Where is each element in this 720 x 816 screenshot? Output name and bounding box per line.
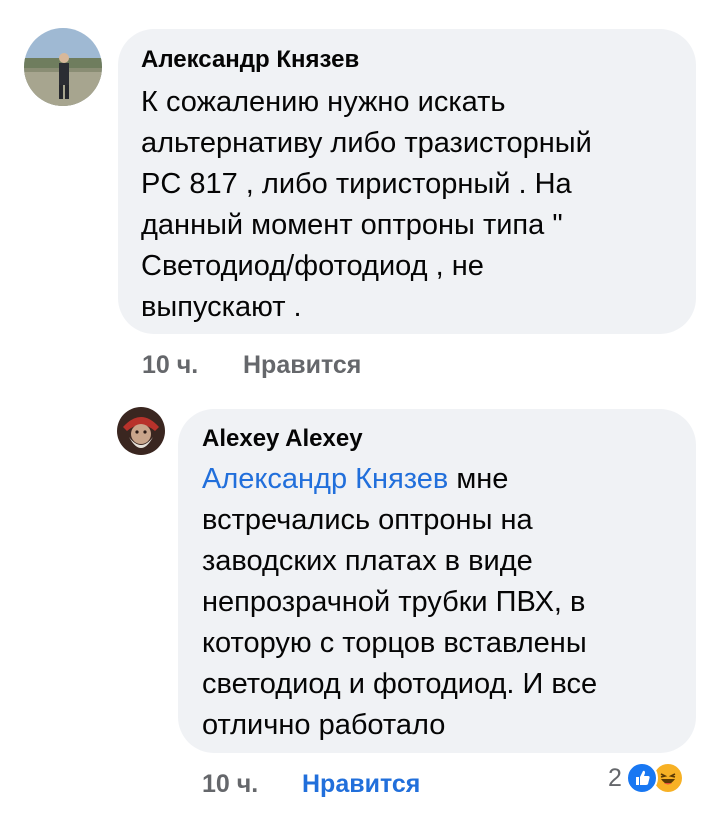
reaction-count: 2 <box>608 763 622 792</box>
mention-link[interactable]: Александр Князев <box>202 463 448 495</box>
avatar-aleksandr[interactable] <box>24 28 102 106</box>
avatar-alexey[interactable] <box>117 407 165 455</box>
comment-text-line: PC 817 , либо тиристорный . На <box>141 168 572 200</box>
like-icon <box>625 762 658 794</box>
comment-text-line: Светодиод/фотодиод , не <box>141 250 484 282</box>
reply-text-line: светодиод и фотодиод. И все <box>202 668 598 700</box>
comment-text-line: К сожалению нужно искать <box>141 86 506 118</box>
reply-text: Александр Князев мне встречались оптроны… <box>202 459 597 746</box>
reply-text-line: которую с торцов вставлены <box>202 627 587 659</box>
reply-text-line: заводских платах в виде <box>202 545 533 577</box>
reply-author[interactable]: Alexey Alexey <box>202 425 363 453</box>
comment-timestamp[interactable]: 10 ч. <box>142 351 198 380</box>
like-button[interactable]: Нравится <box>243 351 361 380</box>
reaction-summary[interactable]: 2 <box>608 762 684 794</box>
comment-text-line: данный момент оптроны типа " <box>141 209 563 241</box>
comment-text-line: альтернативу либо тразисторный <box>141 127 592 159</box>
comment-author[interactable]: Александр Князев <box>141 46 359 74</box>
reply-text-line: непрозрачной трубки ПВХ, в <box>202 586 586 618</box>
reply-text-fragment: мне <box>448 463 509 495</box>
reply-text-line: Александр Князев мне <box>202 459 597 500</box>
reply-text-line: встречались оптроны на <box>202 504 533 536</box>
reply-timestamp[interactable]: 10 ч. <box>202 770 258 799</box>
reply-like-button[interactable]: Нравится <box>302 770 420 799</box>
reply-text-line: отлично работало <box>202 709 446 741</box>
comment-text-line: выпускают . <box>141 291 302 323</box>
comment-text: К сожалению нужно искать альтернативу ли… <box>141 82 592 328</box>
